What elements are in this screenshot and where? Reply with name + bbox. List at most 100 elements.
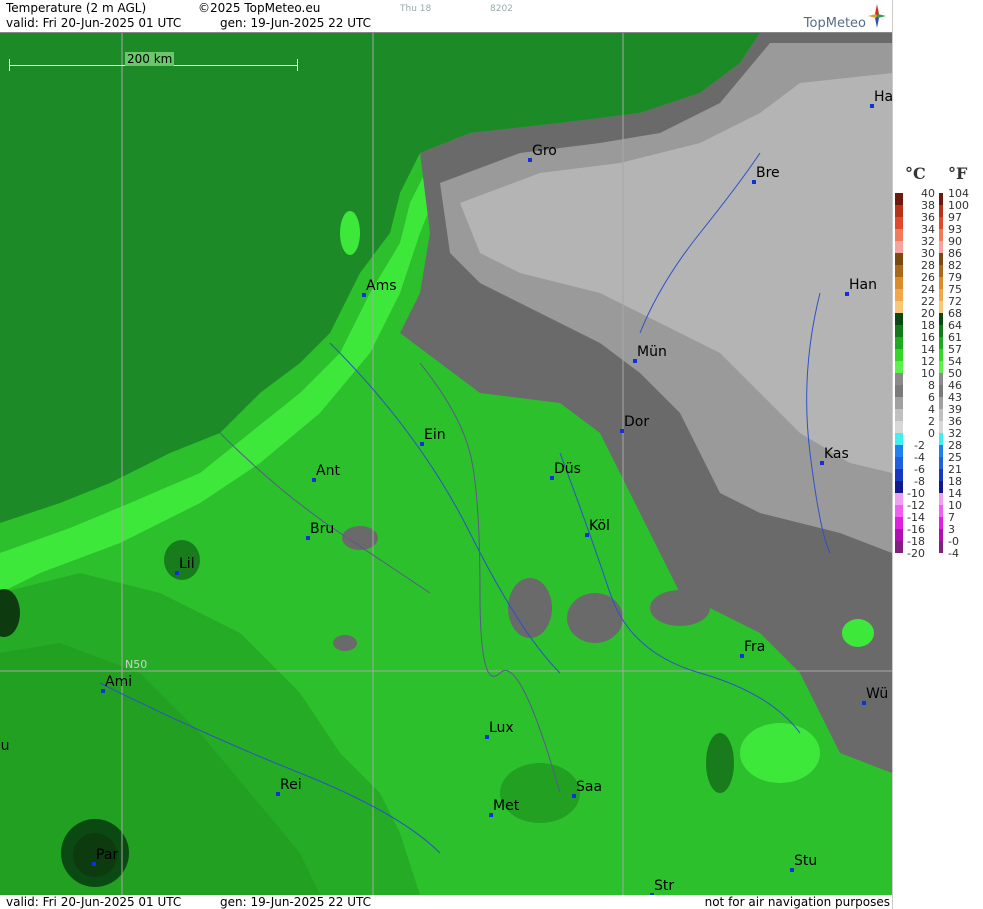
fahrenheit-color-swatch xyxy=(939,193,943,205)
celsius-color-swatch xyxy=(895,205,903,217)
temperature-legend: °C °F 40 104 38 100 36 97 34 93 32 90 30 86 28 82 26 79… xyxy=(892,0,983,909)
city-label: Ant xyxy=(316,463,340,479)
footer-gen-time: gen: 19-Jun-2025 22 UTC xyxy=(220,895,372,909)
city-label: Lil xyxy=(179,556,195,572)
celsius-color-swatch xyxy=(895,445,903,457)
city-label: Saa xyxy=(576,779,603,795)
celsius-color-swatch xyxy=(895,241,903,253)
fahrenheit-color-swatch xyxy=(939,445,943,457)
celsius-color-swatch xyxy=(895,217,903,229)
footer-valid-time: valid: Fri 20-Jun-2025 01 UTC xyxy=(6,895,182,909)
celsius-color-swatch xyxy=(895,337,903,349)
compass-icon xyxy=(868,4,886,28)
valid-time: valid: Fri 20-Jun-2025 01 UTC xyxy=(6,16,182,30)
celsius-color-swatch xyxy=(895,361,903,373)
fahrenheit-color-swatch xyxy=(939,385,943,397)
fahrenheit-color-swatch xyxy=(939,433,943,445)
code-label: 8202 xyxy=(490,4,513,14)
fahrenheit-color-swatch xyxy=(939,517,943,529)
celsius-color-swatch xyxy=(895,529,903,541)
city-label: Köl xyxy=(589,518,610,534)
celsius-color-swatch xyxy=(895,325,903,337)
city-label: Dor xyxy=(624,414,650,430)
celsius-color-swatch xyxy=(895,505,903,517)
fahrenheit-color-swatch xyxy=(939,301,943,313)
fahrenheit-color-swatch xyxy=(939,469,943,481)
celsius-color-swatch xyxy=(895,409,903,421)
celsius-color-swatch xyxy=(895,517,903,529)
fahrenheit-color-swatch xyxy=(939,529,943,541)
city-label: Ams xyxy=(366,278,397,294)
fahrenheit-color-swatch xyxy=(939,349,943,361)
latitude-label: N50 xyxy=(125,658,148,671)
celsius-color-swatch xyxy=(895,385,903,397)
celsius-color-swatch xyxy=(895,229,903,241)
city-label: Stu xyxy=(794,853,818,869)
city-label: Fra xyxy=(744,639,766,655)
city-label: Han xyxy=(849,277,877,293)
city-label: Par xyxy=(96,847,119,863)
celsius-color-swatch xyxy=(895,433,903,445)
celsius-color-swatch xyxy=(895,301,903,313)
city-label: Ha xyxy=(874,89,892,105)
city-label: Lux xyxy=(489,720,514,736)
scale-bar: 200 km xyxy=(9,52,299,71)
fahrenheit-color-swatch xyxy=(939,217,943,229)
map-title: Temperature (2 m AGL) xyxy=(6,1,147,15)
fahrenheit-color-swatch xyxy=(939,481,943,493)
city-label: Kas xyxy=(824,446,849,462)
disclaimer: not for air navigation purposes xyxy=(704,895,890,909)
city-label: Ami xyxy=(105,674,133,690)
fahrenheit-color-swatch xyxy=(939,313,943,325)
city-label: Mün xyxy=(637,344,667,360)
celsius-color-swatch xyxy=(895,289,903,301)
celsius-color-swatch xyxy=(895,481,903,493)
fahrenheit-color-swatch xyxy=(939,361,943,373)
fahrenheit-color-swatch xyxy=(939,493,943,505)
fahrenheit-color-swatch xyxy=(939,541,943,553)
celsius-header: °C xyxy=(905,164,926,183)
temperature-field xyxy=(0,33,892,895)
fahrenheit-color-swatch xyxy=(939,229,943,241)
city-label: Met xyxy=(493,798,520,814)
city-label: Str xyxy=(654,878,675,894)
temperature-map[interactable]: 200 km N50 Gro Bre Ha Ams Han Mün Dor Ein Ant Düs… xyxy=(0,33,892,895)
day-label: Thu 18 xyxy=(400,4,432,14)
fahrenheit-color-swatch xyxy=(939,205,943,217)
city-label: Wü xyxy=(866,686,889,702)
city-label: Bre xyxy=(756,165,780,181)
fahrenheit-header: °F xyxy=(948,164,968,183)
celsius-color-swatch xyxy=(895,541,903,553)
celsius-color-swatch xyxy=(895,457,903,469)
fahrenheit-color-swatch xyxy=(939,421,943,433)
celsius-color-swatch xyxy=(895,277,903,289)
fahrenheit-color-swatch xyxy=(939,253,943,265)
fahrenheit-color-swatch xyxy=(939,241,943,253)
celsius-color-swatch xyxy=(895,373,903,385)
city-label: Ein xyxy=(424,427,446,443)
celsius-color-swatch xyxy=(895,265,903,277)
fahrenheit-color-swatch xyxy=(939,373,943,385)
city-label: Düs xyxy=(554,461,581,477)
fahrenheit-color-swatch xyxy=(939,289,943,301)
celsius-color-swatch xyxy=(895,493,903,505)
city-label: ou xyxy=(0,738,10,754)
city-label: Bru xyxy=(310,521,335,537)
map-footer: valid: Fri 20-Jun-2025 01 UTC gen: 19-Ju… xyxy=(0,895,892,909)
celsius-color-swatch xyxy=(895,253,903,265)
copyright: ©2025 TopMeteo.eu xyxy=(198,1,321,15)
fahrenheit-color-swatch xyxy=(939,337,943,349)
city-label: Rei xyxy=(280,777,302,793)
fahrenheit-tick-label: -4 xyxy=(948,547,959,560)
gen-time: gen: 19-Jun-2025 22 UTC xyxy=(220,16,372,30)
celsius-color-swatch xyxy=(895,313,903,325)
fahrenheit-color-swatch xyxy=(939,409,943,421)
fahrenheit-color-swatch xyxy=(939,265,943,277)
fahrenheit-color-swatch xyxy=(939,505,943,517)
celsius-color-swatch xyxy=(895,469,903,481)
celsius-color-swatch xyxy=(895,193,903,205)
fahrenheit-color-swatch xyxy=(939,277,943,289)
map-header: Temperature (2 m AGL) ©2025 TopMeteo.eu … xyxy=(0,0,892,33)
fahrenheit-color-swatch xyxy=(939,397,943,409)
city-label: Gro xyxy=(532,143,557,159)
